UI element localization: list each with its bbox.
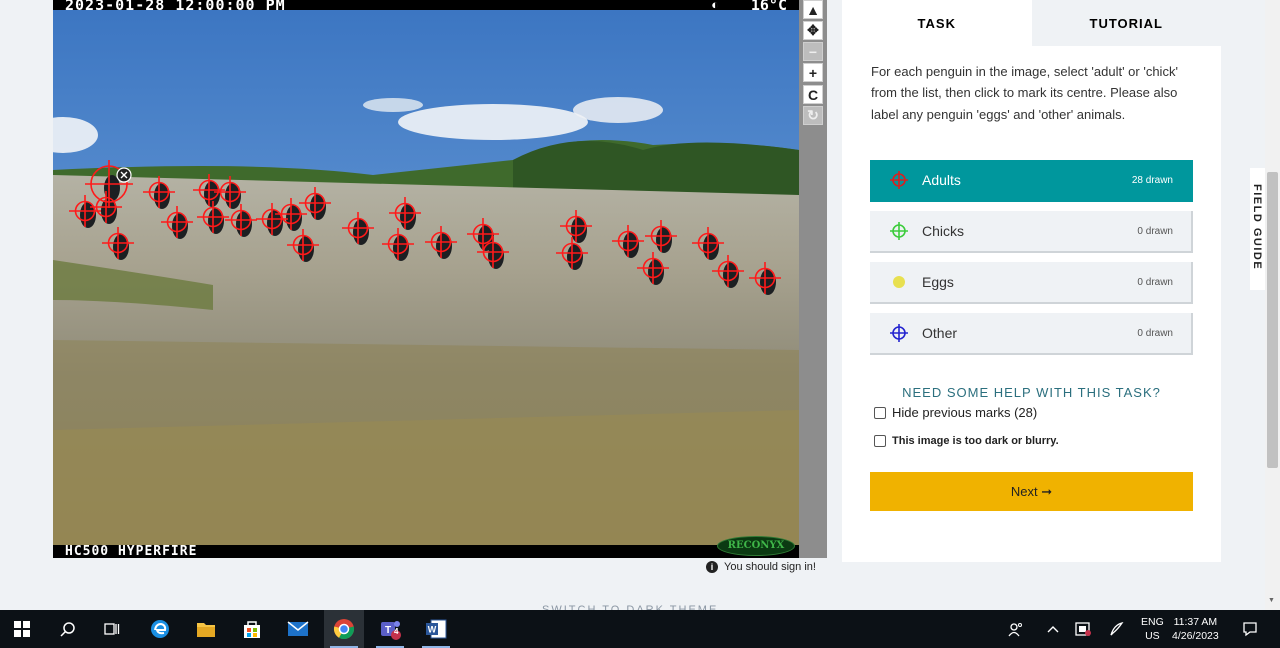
svg-text:T: T	[385, 625, 391, 636]
option-count: 0 drawn	[1137, 225, 1173, 237]
sign-in-notice[interactable]: i You should sign in!	[706, 561, 816, 573]
egg-dot-icon	[890, 273, 908, 291]
tab-task[interactable]: TASK	[842, 0, 1032, 46]
sign-in-text: You should sign in!	[724, 561, 816, 573]
tab-tutorial[interactable]: TUTORIAL	[1031, 0, 1221, 46]
next-button[interactable]: Next ➞	[870, 472, 1193, 511]
teams-tray-icon[interactable]	[1066, 610, 1100, 648]
info-icon: i	[706, 561, 718, 573]
option-label: Eggs	[922, 274, 954, 290]
option-adults[interactable]: Adults 28 drawn	[870, 160, 1193, 202]
scroll-down-arrow-icon[interactable]: ▼	[1268, 597, 1275, 604]
help-link[interactable]: NEED SOME HELP WITH THIS TASK?	[871, 385, 1192, 400]
zoom-in-icon[interactable]: +	[803, 63, 823, 82]
language-indicator[interactable]: ENG US	[1141, 615, 1164, 643]
reset-icon[interactable]: ↻	[803, 106, 823, 125]
pen-icon[interactable]	[1100, 610, 1134, 648]
hide-marks-checkbox[interactable]: Hide previous marks (28)	[874, 405, 1037, 420]
option-label: Other	[922, 325, 958, 341]
mail-icon[interactable]	[278, 610, 318, 648]
reconyx-logo: RECONYX	[717, 536, 795, 556]
subject-image-viewer[interactable]: 2023-01-28 12:00:00 PM ◐ 16°C HC500 HYPE…	[53, 0, 799, 558]
checkbox-icon[interactable]	[874, 406, 886, 419]
windows-start-icon[interactable]	[2, 610, 42, 648]
windows-taskbar: T 4 W ENG US 11:37 AM 4/26/2023	[0, 610, 1280, 648]
option-label: Adults	[922, 172, 961, 188]
crosshair-icon	[890, 222, 908, 240]
crosshair-icon	[890, 324, 908, 342]
timestamp-overlay: 2023-01-28 12:00:00 PM	[65, 0, 286, 14]
too-dark-label: This image is too dark or blurry.	[892, 435, 1059, 447]
task-tabs: TASK TUTORIAL	[842, 0, 1221, 46]
task-instructions: For each penguin in the image, select 'a…	[871, 64, 1178, 122]
clock-time: 11:37 AM	[1173, 616, 1218, 628]
task-panel: TASK TUTORIAL For each penguin in the im…	[842, 0, 1221, 562]
option-label: Chicks	[922, 223, 965, 239]
option-count: 28 drawn	[1131, 174, 1173, 186]
task-view-icon[interactable]	[92, 610, 132, 648]
search-icon[interactable]	[48, 610, 88, 648]
chevron-up-icon[interactable]	[1036, 610, 1070, 648]
delete-marker-icon[interactable]	[116, 167, 132, 183]
app-root: 2023-01-28 12:00:00 PM ◐ 16°C HC500 HYPE…	[0, 0, 1280, 648]
zoom-out-icon[interactable]: −	[803, 42, 823, 61]
option-count: 0 drawn	[1137, 327, 1173, 339]
rotate-icon[interactable]: C	[803, 85, 823, 104]
pan-tool-icon[interactable]: ✥	[803, 21, 823, 40]
notifications-icon[interactable]	[1230, 610, 1270, 648]
page-scrollbar[interactable]: ▼	[1265, 0, 1280, 610]
image-toolbar: ▲ ✥ − + C ↻	[799, 0, 827, 558]
too-dark-checkbox[interactable]: This image is too dark or blurry.	[874, 435, 1059, 447]
option-other[interactable]: Other 0 drawn	[870, 313, 1193, 355]
option-eggs[interactable]: Eggs 0 drawn	[870, 262, 1193, 304]
field-guide-tab[interactable]: FIELD GUIDE	[1250, 168, 1266, 290]
penguin-photo[interactable]	[53, 10, 799, 545]
crosshair-icon	[890, 171, 908, 189]
language-code: ENG	[1141, 616, 1164, 628]
people-icon[interactable]	[996, 610, 1036, 648]
field-guide-label: FIELD GUIDE	[1251, 184, 1263, 271]
checkbox-icon[interactable]	[874, 435, 886, 447]
teams-icon[interactable]: T 4	[370, 610, 410, 648]
region-code: US	[1145, 630, 1160, 642]
word-icon[interactable]: W	[416, 610, 456, 648]
file-explorer-icon[interactable]	[186, 610, 226, 648]
option-chicks[interactable]: Chicks 0 drawn	[870, 211, 1193, 253]
svg-text:W: W	[428, 625, 437, 635]
clock-date: 4/26/2023	[1172, 630, 1219, 642]
teams-badge: 4	[394, 627, 399, 636]
pointer-tool-icon[interactable]: ▲	[803, 0, 823, 19]
camera-model-overlay: HC500 HYPERFIRE	[65, 544, 198, 558]
scrollbar-thumb[interactable]	[1267, 172, 1278, 468]
edge-icon[interactable]	[140, 610, 180, 648]
system-clock[interactable]: 11:37 AM 4/26/2023	[1172, 615, 1219, 643]
option-count: 0 drawn	[1137, 276, 1173, 288]
hide-marks-label: Hide previous marks (28)	[892, 405, 1038, 420]
moon-phase-icon: ◐	[711, 0, 719, 12]
temperature-overlay: 16°C	[750, 0, 787, 14]
chrome-icon[interactable]	[324, 610, 364, 648]
store-icon[interactable]	[232, 610, 272, 648]
